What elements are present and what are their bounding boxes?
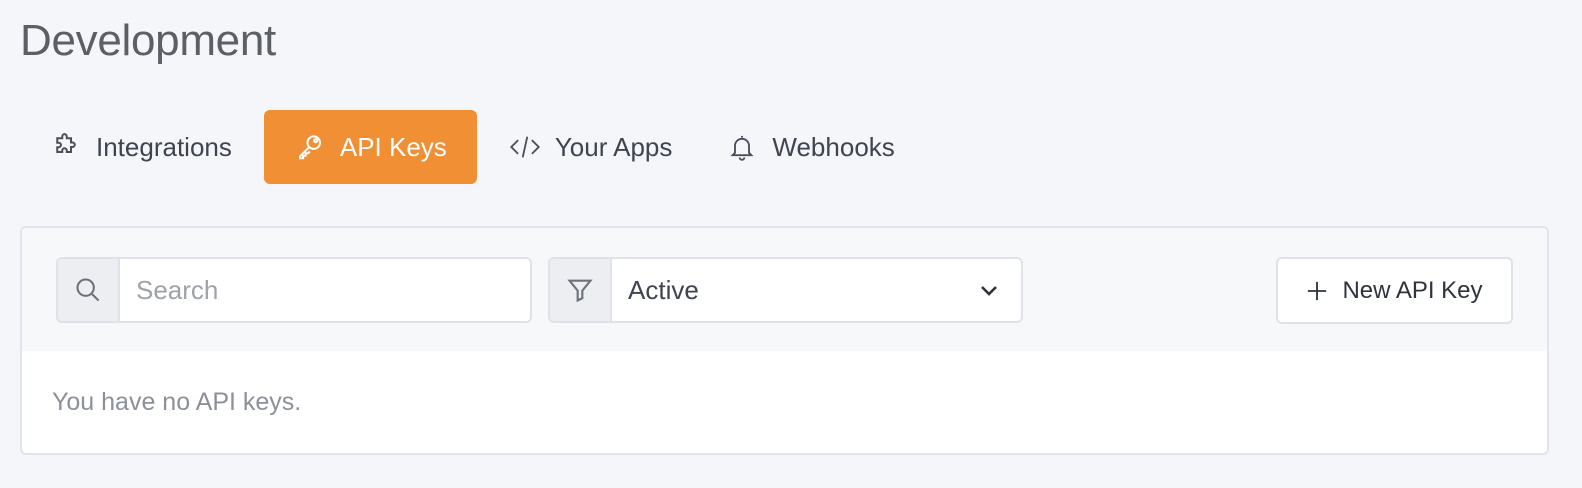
key-icon <box>294 131 326 163</box>
tab-bar: Integrations API Keys Your Apps Webhooks <box>28 110 927 184</box>
new-api-key-button[interactable]: New API Key <box>1276 257 1513 324</box>
search-input[interactable] <box>120 259 530 321</box>
tab-label: Your Apps <box>554 131 673 162</box>
tab-api-keys[interactable]: API Keys <box>263 110 477 184</box>
api-keys-panel: Active New API Key You have no API keys. <box>20 226 1549 455</box>
search-group <box>56 257 532 323</box>
search-icon <box>58 259 120 321</box>
tab-label: Webhooks <box>772 131 895 162</box>
tab-webhooks[interactable]: Webhooks <box>704 110 916 184</box>
chevron-down-icon <box>981 286 997 296</box>
page-title: Development <box>20 16 276 65</box>
status-filter: Active <box>548 257 1023 323</box>
tab-your-apps[interactable]: Your Apps <box>487 110 695 184</box>
panel-toolbar: Active New API Key <box>22 228 1547 351</box>
status-select[interactable]: Active <box>612 259 1021 321</box>
puzzle-icon <box>50 131 82 163</box>
plus-icon <box>1308 281 1327 300</box>
tab-label: API Keys <box>339 131 447 162</box>
empty-state-message: You have no API keys. <box>52 388 302 416</box>
tab-label: Integrations <box>96 131 232 162</box>
filter-icon <box>550 259 612 321</box>
tab-integrations[interactable]: Integrations <box>28 110 254 184</box>
code-icon <box>509 131 541 163</box>
new-api-key-label: New API Key <box>1342 276 1483 304</box>
bell-icon <box>726 131 758 163</box>
status-select-value: Active <box>628 274 699 305</box>
